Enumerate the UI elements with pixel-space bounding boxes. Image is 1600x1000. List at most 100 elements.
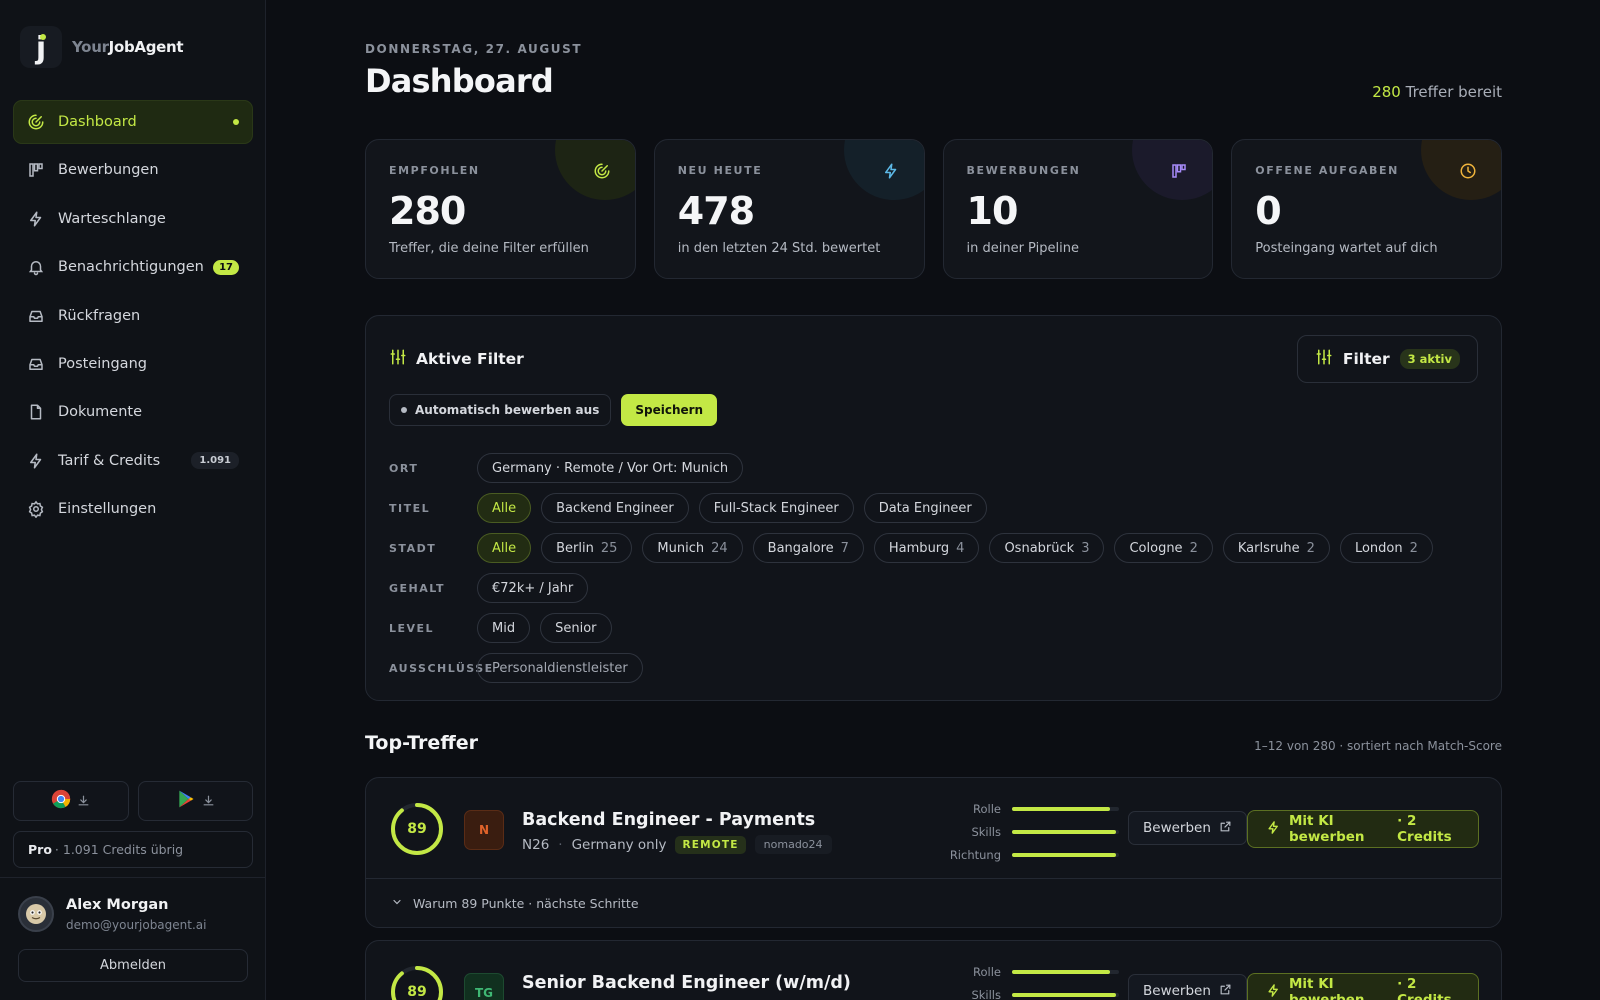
extension-downloads (13, 781, 253, 821)
sidebar-item-benachrichtigungen[interactable]: Benachrichtigungen 17 (13, 245, 253, 289)
filter-chip[interactable]: Full-Stack Engineer (698, 493, 854, 523)
match-bar-label: Richtung (949, 847, 1001, 862)
file-icon (27, 403, 45, 421)
stat-value: 10 (966, 189, 1019, 233)
match-bar-fill (1012, 829, 1116, 834)
filter-chip[interactable]: Berlin 25 (541, 533, 633, 563)
chip-count: 2 (1306, 540, 1315, 556)
chrome-extension-button[interactable] (13, 781, 129, 821)
sidebar-item-posteingang[interactable]: Posteingang (13, 342, 253, 386)
sidebar-item-label: Rückfragen (58, 307, 141, 324)
ai-apply-button[interactable]: Mit KI bewerben · 2 Credits (1247, 973, 1479, 1000)
save-button[interactable]: Speichern (621, 394, 718, 426)
auto-apply-toggle[interactable]: Automatisch bewerben aus (389, 394, 612, 426)
filter-chip[interactable]: Mid (477, 613, 531, 643)
user-name: Alex Morgan (66, 896, 169, 913)
match-breakdown: Rolle Skills (941, 960, 1119, 1000)
match-bar-row: Rolle (941, 797, 1119, 820)
plan-name: Pro (28, 842, 52, 857)
ai-apply-button[interactable]: Mit KI bewerben · 2 Credits (1247, 810, 1479, 848)
score-explanation-toggle[interactable]: Warum 89 Punkte · nächste Schritte (366, 878, 1501, 927)
sidebar-item-tarif-credits[interactable]: Tarif & Credits 1.091 (13, 439, 253, 483)
filter-chip[interactable]: Hamburg 4 (873, 533, 980, 563)
chip-count: 25 (600, 540, 618, 556)
filter-chip[interactable]: Bangalore 7 (752, 533, 864, 563)
filter-chip-selected[interactable]: Alle (477, 533, 532, 563)
brand[interactable]: j YourJobAgent (20, 26, 184, 68)
apply-label: Bewerben (1143, 983, 1211, 999)
brand-logo-dot (40, 34, 46, 40)
sidebar-nav: Dashboard Bewerbungen Warteschlange Bena… (13, 100, 253, 536)
apply-button[interactable]: Bewerben (1128, 974, 1247, 1000)
filter-button[interactable]: Filter 3 aktiv (1296, 335, 1478, 383)
bolt-icon (1266, 983, 1281, 1000)
filter-chip[interactable]: Personaldienstleister (477, 653, 643, 683)
filter-chip[interactable]: London 2 (1339, 533, 1433, 563)
chip-count: 7 (840, 540, 849, 556)
chip-label: Bangalore (767, 540, 834, 556)
sidebar-item-bewerbungen[interactable]: Bewerbungen (13, 148, 253, 192)
match-bar-row: Skills (941, 983, 1119, 1000)
filter-chip[interactable]: Karlsruhe 2 (1222, 533, 1330, 563)
stat-card-neu-heute[interactable]: NEU HEUTE 478 in den letzten 24 Std. bew… (653, 139, 925, 279)
job-card[interactable]: 89 TG Senior Backend Engineer (w/m/d) Ro… (365, 940, 1502, 1000)
match-bar-track (1012, 829, 1119, 834)
chrome-icon (51, 789, 71, 813)
sidebar-item-dashboard[interactable]: Dashboard (13, 100, 253, 144)
filter-chip[interactable]: Munich 24 (642, 533, 743, 563)
match-bar-label: Rolle (973, 801, 1001, 816)
notification-badge: 17 (213, 259, 239, 275)
chip-label: London (1354, 540, 1403, 556)
inbox-icon (27, 307, 45, 325)
filter-chip[interactable]: Cologne 2 (1114, 533, 1213, 563)
job-card[interactable]: 89 N Backend Engineer - Payments N26 · G… (365, 777, 1502, 928)
ai-apply-cost: · 2 Credits (1397, 813, 1452, 845)
ai-apply-label: Mit KI bewerben (1289, 976, 1365, 1000)
match-bar-track (1012, 852, 1119, 857)
job-title[interactable]: Backend Engineer - Payments (522, 810, 815, 830)
sidebar-item-label: Dokumente (58, 404, 143, 421)
chip-label: Hamburg (888, 540, 950, 556)
filter-chip-selected[interactable]: Alle (477, 493, 532, 523)
sidebar-item-label: Einstellungen (58, 501, 157, 518)
kanban-icon (27, 161, 45, 179)
sidebar-item-rueckfragen[interactable]: Rückfragen (13, 294, 253, 338)
ready-count: 280 (1372, 83, 1401, 101)
sidebar-item-einstellungen[interactable]: Einstellungen (13, 487, 253, 531)
filter-row-label: ORT (389, 461, 419, 475)
sidebar-item-label: Benachrichtigungen (58, 259, 204, 276)
sidebar-item-dokumente[interactable]: Dokumente (13, 390, 253, 434)
bolt-icon (1266, 820, 1281, 839)
match-bar-fill (1012, 806, 1111, 811)
filter-chip[interactable]: Osnabrück 3 (989, 533, 1105, 563)
match-bar-row: Rolle (941, 960, 1119, 983)
stat-card-bewerbungen[interactable]: BEWERBUNGEN 10 in deiner Pipeline (942, 139, 1214, 279)
job-title[interactable]: Senior Backend Engineer (w/m/d) (522, 973, 851, 993)
active-filter-count: 3 aktiv (1399, 349, 1460, 369)
logout-button[interactable]: Abmelden (18, 949, 248, 982)
stat-subtext: Treffer, die deine Filter erfüllen (389, 241, 589, 256)
filter-chip[interactable]: Data Engineer (863, 493, 987, 523)
sidebar-item-label: Tarif & Credits (58, 452, 161, 469)
filter-chip[interactable]: Backend Engineer (541, 493, 689, 523)
filter-chip[interactable]: Germany · Remote / Vor Ort: Munich (477, 453, 744, 483)
credits-summary[interactable]: Pro · 1.091 Credits übrig (13, 831, 253, 868)
chevron-down-icon (391, 896, 403, 911)
match-bar-track (1012, 969, 1119, 974)
auto-apply-row: Automatisch bewerben aus Speichern (389, 394, 718, 426)
credits-badge: 1.091 (191, 452, 239, 470)
sidebar-item-warteschlange[interactable]: Warteschlange (13, 197, 253, 241)
stat-card-empfohlen[interactable]: EMPFOHLEN 280 Treffer, die deine Filter … (365, 139, 636, 279)
sidebar-item-label: Warteschlange (58, 210, 166, 227)
match-bar-fill (1012, 969, 1111, 974)
kanban-icon (1170, 162, 1188, 180)
external-link-icon (1219, 983, 1232, 1000)
play-store-button[interactable] (137, 781, 253, 821)
user-profile[interactable]: Alex Morgan demo@yourjobagent.ai (18, 896, 206, 932)
download-icon (202, 792, 215, 811)
stat-card-offene-aufgaben[interactable]: OFFENE AUFGABEN 0 Posteingang wartet auf… (1231, 139, 1502, 279)
filter-chip[interactable]: €72k+ / Jahr (477, 573, 589, 603)
filter-chip[interactable]: Senior (540, 613, 612, 643)
match-bar-fill (1012, 992, 1116, 997)
apply-button[interactable]: Bewerben (1128, 811, 1247, 845)
